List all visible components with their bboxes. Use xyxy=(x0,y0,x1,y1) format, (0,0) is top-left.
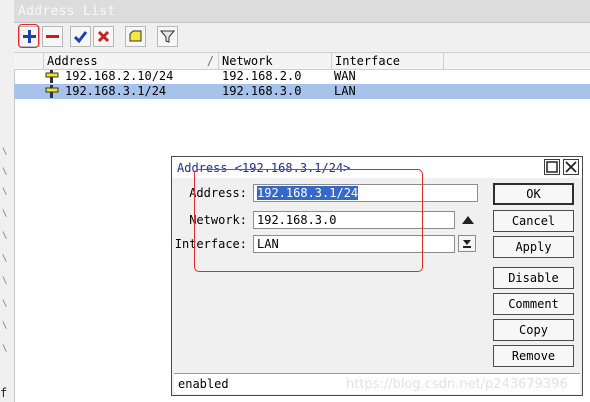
ok-button[interactable]: OK xyxy=(493,183,574,205)
column-header-filler xyxy=(444,53,590,69)
comment-icon xyxy=(129,30,142,42)
chevron-icon: \ xyxy=(2,344,8,354)
cell-interface: LAN xyxy=(334,84,356,98)
cancel-button[interactable]: Cancel xyxy=(493,210,574,232)
watermark: https://blog.csdn.net/p243679396 xyxy=(346,377,568,392)
remove-button[interactable] xyxy=(42,26,63,47)
maximize-button[interactable] xyxy=(544,159,560,175)
cell-network: 192.168.3.0 xyxy=(222,84,302,98)
enable-button[interactable] xyxy=(70,26,91,47)
chevron-icon: \ xyxy=(2,167,8,177)
apply-button[interactable]: Apply xyxy=(493,236,574,258)
chevron-icon: \ xyxy=(2,254,8,264)
cell-address: 192.168.3.1/24 xyxy=(65,84,167,98)
disable-button[interactable] xyxy=(93,26,114,47)
chevron-icon: \ xyxy=(2,209,8,219)
maximize-icon xyxy=(546,161,558,173)
chevron-icon: \ xyxy=(2,321,8,331)
table-header: Address / Network Interface xyxy=(14,52,590,70)
column-header-blank xyxy=(14,53,44,69)
address-icon xyxy=(45,85,59,98)
column-header-interface[interactable]: Interface xyxy=(332,53,444,69)
address-icon xyxy=(45,70,59,83)
chevron-icon: \ xyxy=(2,299,8,309)
remove-icon xyxy=(46,35,59,38)
chevron-icon: \ xyxy=(2,231,8,241)
close-button[interactable] xyxy=(563,159,579,175)
collapse-arrow-icon[interactable] xyxy=(461,214,475,226)
cell-address: 192.168.2.10/24 xyxy=(65,69,174,83)
toolbar xyxy=(14,23,590,52)
chevron-icon: \ xyxy=(2,276,8,286)
chevron-icon: \ xyxy=(2,147,8,157)
cell-network: 192.168.2.0 xyxy=(222,69,302,83)
sort-indicator: / xyxy=(206,54,214,68)
annotation-highlight-box xyxy=(18,24,39,48)
filter-icon xyxy=(160,30,175,43)
comment-button[interactable]: Comment xyxy=(493,293,574,315)
interface-dropdown-button[interactable] xyxy=(458,235,476,252)
chevron-icon: \ xyxy=(2,187,8,197)
address-dialog: Address <192.168.3.1/24> Address: 192.16… xyxy=(171,156,583,396)
copy-button[interactable]: Copy xyxy=(493,319,574,341)
table-row-selected[interactable]: 192.168.3.1/24 192.168.3.0 LAN xyxy=(14,84,590,99)
cell-interface: WAN xyxy=(334,69,356,83)
check-icon xyxy=(73,31,88,44)
column-header-address[interactable]: Address / xyxy=(44,53,219,69)
filter-button[interactable] xyxy=(157,26,178,47)
status-bar: enabled https://blog.csdn.net/p243679396 xyxy=(174,373,580,394)
column-header-network[interactable]: Network xyxy=(219,53,332,69)
close-icon xyxy=(565,161,577,173)
truncated-text: f xyxy=(0,386,8,400)
disable-button[interactable]: Disable xyxy=(493,267,574,289)
remove-button[interactable]: Remove xyxy=(493,345,574,367)
table-row[interactable]: 192.168.2.10/24 192.168.2.0 WAN xyxy=(14,69,590,84)
parent-window-edge: \ \ \ \ \ \ \ \ \ \ xyxy=(0,0,15,402)
address-list-titlebar[interactable]: Address List xyxy=(14,0,590,23)
dropdown-icon xyxy=(463,240,471,248)
x-icon xyxy=(97,30,110,43)
annotation-highlight-box xyxy=(194,169,423,272)
status-text: enabled xyxy=(178,377,229,391)
comment-button[interactable] xyxy=(125,26,146,47)
window-title: Address List xyxy=(18,4,116,19)
